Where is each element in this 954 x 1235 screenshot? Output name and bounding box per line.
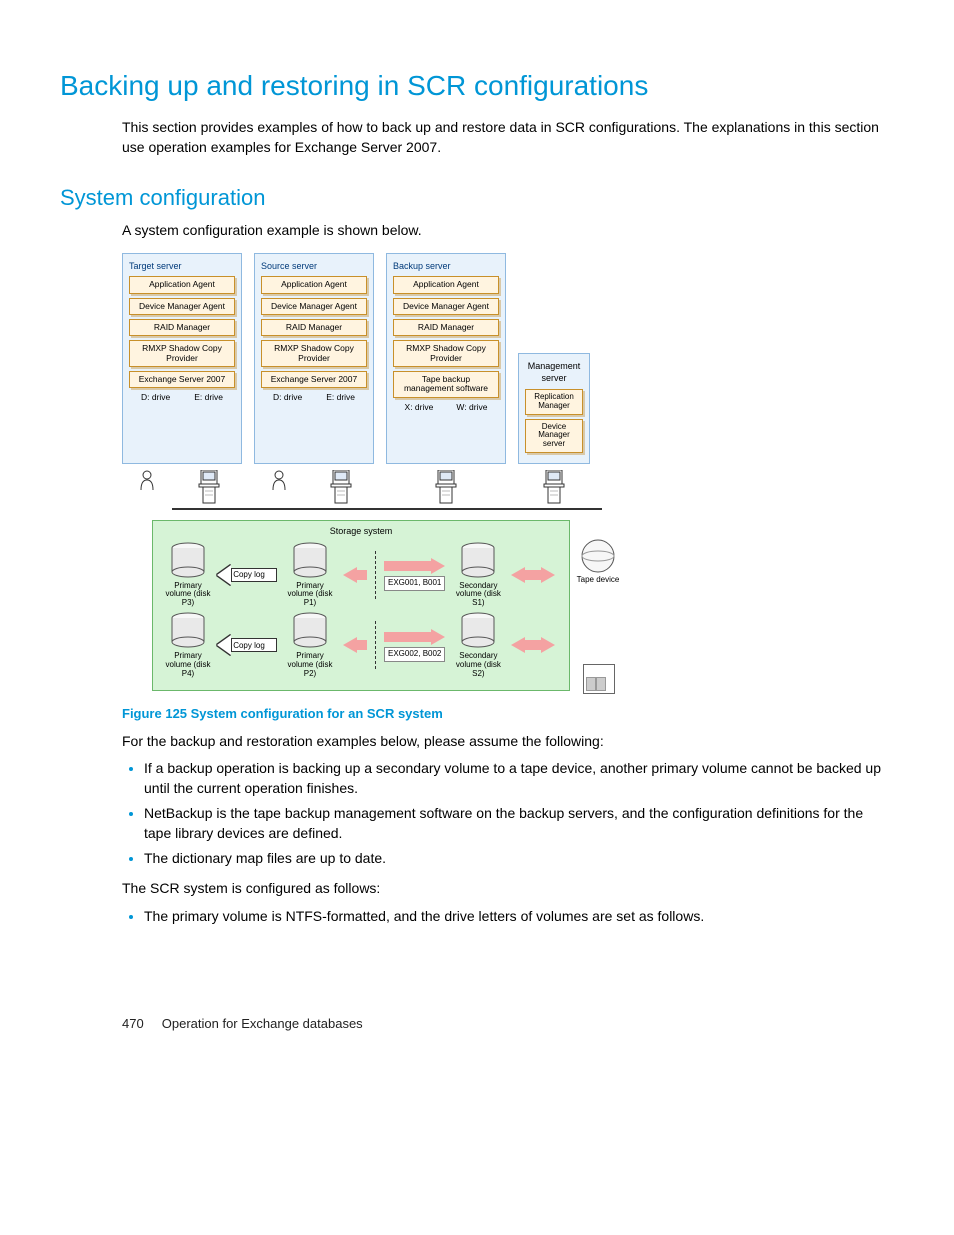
figure-caption: Figure 125 System configuration for an S…	[122, 705, 894, 723]
management-server-block: Management server Replication Manager De…	[518, 353, 590, 464]
sync-arrow-icon	[384, 632, 433, 642]
agent-box: Tape backup management software	[393, 371, 499, 398]
server-title: Source server	[261, 260, 367, 273]
agent-box: Application Agent	[393, 276, 499, 293]
agent-box: RAID Manager	[393, 319, 499, 336]
agent-box: RMXP Shadow Copy Provider	[261, 340, 367, 367]
sysconfig-lead: A system configuration example is shown …	[122, 221, 894, 241]
page-title: Backing up and restoring in SCR configur…	[60, 70, 894, 102]
volume-label: Secondary volume (disk S2)	[456, 651, 501, 678]
mgmt-computer-icon	[518, 470, 590, 504]
drive-label: D: drive	[141, 392, 170, 404]
exg-label: EXG001, B001	[384, 576, 445, 591]
config-list: The primary volume is NTFS-formatted, an…	[122, 907, 894, 927]
server-title: Management server	[525, 360, 583, 385]
agent-box: RMXP Shadow Copy Provider	[129, 340, 235, 367]
secondary-volume-s2: Secondary volume (disk S2)	[451, 612, 505, 678]
assume-intro: For the backup and restoration examples …	[122, 732, 894, 752]
footer-title: Operation for Exchange databases	[162, 1016, 363, 1031]
tape-label: Tape device	[577, 575, 620, 584]
sync-arrow-icon	[541, 567, 555, 583]
source-computer-icon	[254, 470, 374, 504]
drive-label: E: drive	[194, 392, 223, 404]
agent-box: Exchange Server 2007	[261, 371, 367, 388]
copy-log-arrow: Copy log	[221, 566, 277, 584]
copy-log-label: Copy log	[233, 569, 265, 580]
primary-volume-p4: Primary volume (disk P4)	[161, 612, 215, 678]
volume-label: Primary volume (disk P3)	[166, 581, 211, 608]
exg-label: EXG002, B002	[384, 647, 445, 662]
volume-label: Primary volume (disk P1)	[288, 581, 333, 608]
sync-arrow-icon	[431, 558, 445, 574]
secondary-volume-s1: Secondary volume (disk S1)	[451, 542, 505, 608]
backup-computer-icon	[386, 470, 506, 504]
volume-label: Primary volume (disk P4)	[166, 651, 211, 678]
storage-system-block: Storage system Primary volume (disk P3) …	[152, 520, 570, 691]
sync-arrow-icon	[355, 570, 367, 580]
server-title: Target server	[129, 260, 235, 273]
list-item: If a backup operation is backing up a se…	[144, 759, 894, 798]
storage-title: Storage system	[161, 525, 561, 538]
volume-label: Secondary volume (disk S1)	[456, 581, 501, 608]
section-heading: System configuration	[60, 185, 894, 211]
page-number: 470	[122, 1016, 144, 1031]
server-title: Backup server	[393, 260, 499, 273]
agent-box: Device Manager Agent	[129, 298, 235, 315]
dashed-divider	[375, 551, 376, 599]
list-item: The primary volume is NTFS-formatted, an…	[144, 907, 894, 927]
page-footer: 470 Operation for Exchange databases	[122, 1016, 894, 1031]
drive-label: W: drive	[456, 402, 487, 414]
tape-device: Tape device	[573, 538, 623, 585]
agent-box: Device Manager Agent	[261, 298, 367, 315]
list-item: NetBackup is the tape backup management …	[144, 804, 894, 843]
sync-arrow-icon	[384, 561, 433, 571]
agent-box: RAID Manager	[129, 319, 235, 336]
tape-library-icon	[583, 664, 615, 694]
agent-box: Device Manager server	[525, 419, 583, 453]
source-server-block: Source server Application Agent Device M…	[254, 253, 374, 464]
system-diagram: Target server Application Agent Device M…	[122, 253, 894, 692]
agent-box: RAID Manager	[261, 319, 367, 336]
copy-log-label: Copy log	[233, 640, 265, 651]
network-line	[172, 508, 602, 510]
primary-volume-p3: Primary volume (disk P3)	[161, 542, 215, 608]
agent-box: Device Manager Agent	[393, 298, 499, 315]
copy-log-arrow: Copy log	[221, 636, 277, 654]
agent-box: Application Agent	[261, 276, 367, 293]
drive-label: D: drive	[273, 392, 302, 404]
sync-arrow-icon	[541, 637, 555, 653]
primary-volume-p2: Primary volume (disk P2)	[283, 612, 337, 678]
drive-label: X: drive	[405, 402, 434, 414]
intro-paragraph: This section provides examples of how to…	[122, 118, 894, 157]
sync-arrow-icon	[523, 640, 543, 650]
assumptions-list: If a backup operation is backing up a se…	[122, 759, 894, 869]
agent-box: Exchange Server 2007	[129, 371, 235, 388]
list-item: The dictionary map files are up to date.	[144, 849, 894, 869]
sync-arrow-icon	[431, 629, 445, 645]
backup-server-block: Backup server Application Agent Device M…	[386, 253, 506, 464]
sync-arrow-icon	[523, 570, 543, 580]
volume-label: Primary volume (disk P2)	[288, 651, 333, 678]
agent-box: Replication Manager	[525, 389, 583, 415]
sync-arrow-icon	[355, 640, 367, 650]
agent-box: RMXP Shadow Copy Provider	[393, 340, 499, 367]
drive-label: E: drive	[326, 392, 355, 404]
scr-configured: The SCR system is configured as follows:	[122, 879, 894, 899]
agent-box: Application Agent	[129, 276, 235, 293]
target-computer-icon	[122, 470, 242, 504]
target-server-block: Target server Application Agent Device M…	[122, 253, 242, 464]
dashed-divider	[375, 621, 376, 669]
primary-volume-p1: Primary volume (disk P1)	[283, 542, 337, 608]
